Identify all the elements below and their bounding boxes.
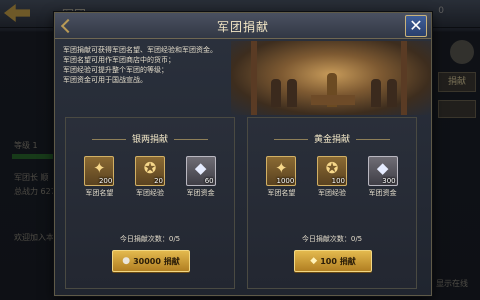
reward-item: ✦ 200 军团名望: [77, 156, 121, 198]
reward-count: 20: [154, 177, 163, 185]
reward-label: 军团经验: [317, 189, 346, 197]
silver-donate-panel: 银两捐献 ✦ 200 军团名望 ✪ 20 军团经验 ◆ 60 军团资金 今日捐献…: [65, 117, 235, 289]
panel-title: 银两捐献: [66, 132, 234, 145]
reward-label: 军团名望: [85, 189, 114, 197]
button-label: 100 捐献: [320, 256, 356, 266]
silver-ingot-icon[interactable]: ◆ 300: [367, 156, 398, 186]
reward-count: 200: [98, 177, 113, 185]
description-line: 军团经验可提升整个军团的等级；: [63, 66, 168, 74]
panel-title: 黄金捐献: [248, 132, 416, 145]
reward-item: ✦ 1000 军团名望: [259, 156, 303, 198]
description-line: 军团资金可用于国战宣战。: [63, 76, 147, 84]
description-line: 军团名望可用作军团商店中的货币；: [63, 56, 175, 64]
gold-ingot-icon: ◆: [310, 256, 318, 266]
reward-list: ✦ 200 军团名望 ✪ 20 军团经验 ◆ 60 军团资金: [66, 156, 234, 198]
description-line: 军团捐献可获得军团名望、军团经验和军团资金。: [63, 46, 217, 54]
reward-item: ✪ 100 军团经验: [310, 156, 354, 198]
close-button[interactable]: ✕: [405, 15, 427, 37]
reward-item: ✪ 20 军团经验: [128, 156, 172, 198]
button-label: 30000 捐献: [133, 256, 180, 266]
reward-item: ◆ 60 军团资金: [179, 156, 223, 198]
court-scene-banner: [231, 41, 431, 115]
silver-coin-icon: ●: [122, 256, 131, 266]
reward-label: 军团经验: [135, 189, 164, 197]
donate-times: 今日捐献次数：0/5: [119, 235, 181, 243]
gold-donate-button[interactable]: ◆ 100 捐献: [294, 250, 372, 272]
donate-dialog: 军团捐献 ✕ 军团捐献可获得军团名望、军团经验和军团资金。 军团名望可用作军团商…: [54, 12, 432, 296]
silver-donate-button[interactable]: ● 30000 捐献: [112, 250, 190, 272]
dialog-header: 军团捐献 ✕: [55, 13, 431, 39]
silver-ingot-icon[interactable]: ◆ 60: [185, 156, 216, 186]
dialog-title: 军团捐献: [216, 20, 269, 34]
reward-label: 军团名望: [267, 189, 296, 197]
reward-count: 300: [382, 177, 396, 185]
reward-count: 60: [204, 177, 214, 185]
exp-icon[interactable]: ✪ 20: [134, 156, 165, 186]
reward-item: ◆ 300 军团资金: [361, 156, 405, 198]
donate-times: 今日捐献次数：0/5: [301, 235, 363, 243]
exp-icon[interactable]: ✪ 100: [316, 156, 347, 186]
reward-count: 100: [331, 177, 345, 185]
reward-label: 军团资金: [368, 189, 397, 197]
reward-label: 军团资金: [186, 189, 215, 197]
description: 军团捐献可获得军团名望、军团经验和军团资金。 军团名望可用作军团商店中的货币； …: [63, 45, 253, 85]
reward-list: ✦ 1000 军团名望 ✪ 100 军团经验 ◆ 300 军团资金: [248, 156, 416, 198]
fame-icon[interactable]: ✦ 200: [84, 156, 115, 186]
gold-donate-panel: 黄金捐献 ✦ 1000 军团名望 ✪ 100 军团经验 ◆ 300 军团资金 今…: [247, 117, 417, 289]
reward-count: 1000: [276, 177, 295, 185]
fame-icon[interactable]: ✦ 1000: [266, 156, 297, 186]
